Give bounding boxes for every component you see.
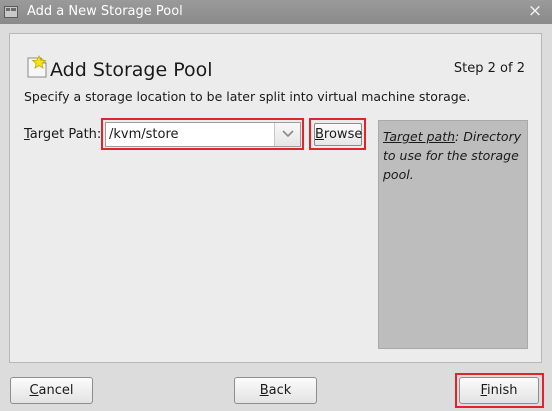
target-path-value[interactable]: /kvm/store xyxy=(109,127,179,142)
help-panel: Target path: Directory to use for the st… xyxy=(378,120,528,349)
page-title: Add Storage Pool xyxy=(50,59,213,81)
cancel-label: ancel xyxy=(38,383,74,398)
storage-pool-star-icon xyxy=(26,54,48,79)
target-path-combobox[interactable]: /kvm/store xyxy=(105,122,301,147)
browse-label: rowse xyxy=(323,127,363,142)
browse-mnemonic: B xyxy=(315,127,324,142)
title-bar: Add a New Storage Pool × xyxy=(0,0,552,24)
target-path-dropdown-button[interactable] xyxy=(274,123,300,146)
close-icon[interactable]: × xyxy=(526,2,544,20)
back-label: ack xyxy=(268,383,292,398)
help-term: Target path xyxy=(383,129,456,144)
add-storage-pool-window: Add a New Storage Pool × Add Storage Poo… xyxy=(0,0,552,411)
finish-button[interactable]: Finish xyxy=(459,377,539,404)
cancel-button[interactable]: Cancel xyxy=(10,377,93,404)
browse-button[interactable]: Browse xyxy=(314,123,362,146)
back-button[interactable]: Back xyxy=(234,377,317,404)
chevron-down-icon xyxy=(282,130,294,138)
finish-label: inish xyxy=(487,383,518,398)
back-mnemonic: B xyxy=(259,383,269,398)
window-title: Add a New Storage Pool xyxy=(27,4,183,19)
cancel-mnemonic: C xyxy=(29,383,39,398)
wizard-panel: Add Storage Pool Step 2 of 2 Specify a s… xyxy=(9,33,542,363)
target-path-label-text: arget Path: xyxy=(29,127,102,142)
step-indicator: Step 2 of 2 xyxy=(453,61,525,76)
target-path-label: Target Path: xyxy=(24,127,101,142)
page-description: Specify a storage location to be later s… xyxy=(24,89,471,104)
app-window-icon xyxy=(4,6,18,18)
